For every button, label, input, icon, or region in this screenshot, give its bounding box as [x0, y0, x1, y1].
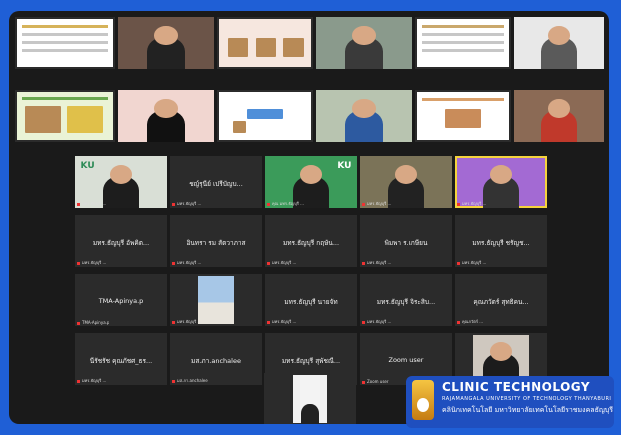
participant-tile-man-glasses[interactable]: [514, 17, 604, 69]
participant-name: มส.ภา.anchalee: [191, 357, 241, 366]
participant-tile[interactable]: อินทรา รม สัตวาภาส มทร.ธัญบุรี ...: [170, 215, 262, 267]
participant-label: Zoom user: [362, 379, 389, 384]
video-row-4: มทร.ธัญบุรี อัพคิต... มทร.ธัญบุรี ... อิ…: [75, 215, 547, 267]
participant-tile-woman-speaking[interactable]: [118, 17, 214, 69]
participant-tile[interactable]: นีรัชรัช คุณภัชศ_ธร... มทร.ธัญบุรี ...: [75, 333, 167, 385]
participant-tile-man-room[interactable]: [316, 90, 412, 142]
participant-label: คุณภวัตร์ ...: [457, 318, 483, 325]
participant-label: มทร.ธัญบุรี ...: [362, 318, 391, 325]
participant-tile-ku-person[interactable]: KU มทร.ธัญบุรี ...: [75, 156, 167, 208]
video-row-5: TMA-Apinya.p TMA-Apinya.p มทร.ธัญบุรี ..…: [75, 274, 547, 326]
participant-name: Zoom user: [388, 356, 424, 365]
participant-label: มทร.ธัญบุรี ...: [457, 259, 486, 266]
participant-tile-slide-images[interactable]: [15, 90, 115, 142]
ku-logo-icon: KU: [80, 161, 95, 172]
participant-tile-man-shelves[interactable]: [316, 17, 412, 69]
participant-label: มทร.ธัญบุรี ...: [267, 318, 296, 325]
participant-tile[interactable]: พิมพา ร.เกษียน มทร.ธัญบุรี ...: [360, 215, 452, 267]
participant-name: มทร.ธัญบุรี จิระสิบ...: [376, 298, 436, 307]
brand-thai-name: คลินิกเทคโนโลยี มหาวิทยาลัยเทคโนโลยีราชม…: [442, 406, 614, 414]
participant-label: มทร.ธัญบุรี ...: [77, 377, 106, 384]
brand-title: CLINIC TECHNOLOGY: [442, 380, 591, 394]
participant-tile-woman-glasses[interactable]: [118, 90, 214, 142]
participant-label: มทร.ธัญบุรี ...: [457, 200, 486, 207]
participant-tile[interactable]: มทร.ธัญบุรี กฤษัน... มทร.ธัญบุรี ...: [265, 215, 357, 267]
participant-name: ชญ์รุนีย์ เปรีบัญบ...: [189, 180, 243, 189]
video-row-1: [15, 17, 604, 69]
participant-tile-slide-table[interactable]: [15, 17, 115, 69]
participant-label: มทร.ธัญบุรี ...: [172, 200, 201, 207]
video-row-3: KU มทร.ธัญบุรี ... ชญ์รุนีย์ เปรีบัญบ...…: [75, 156, 547, 208]
participant-label: มทร.ธัญบุรี ...: [77, 200, 106, 207]
university-seal-icon: [412, 380, 434, 420]
participant-label: คุณ มทร.ธัญบุรี ...: [267, 200, 304, 207]
participant-tile-slide-products[interactable]: [217, 17, 313, 69]
participant-label: มทร.ธัญบุรี ...: [77, 259, 106, 266]
participant-name: อินทรา รม สัตวาภาส: [186, 239, 246, 248]
participant-label: มทร.ธัญบุรี ...: [267, 259, 296, 266]
participant-tile-active-speaker[interactable]: มทร.ธัญบุรี ...: [455, 156, 547, 208]
participant-tile[interactable]: ชญ์รุนีย์ เปรีบัญบ... มทร.ธัญบุรี ...: [170, 156, 262, 208]
participant-label: มทร.ธัญบุรี ...: [362, 200, 391, 207]
participant-tile-slide-document[interactable]: [415, 17, 511, 69]
participant-name: TMA-Apinya.p: [98, 297, 144, 306]
participant-name: มทร.ธัญบุรี อัพคิต...: [92, 239, 150, 248]
participant-name: คุณภวัตร์ สุทธิคน...: [473, 298, 529, 307]
participant-tile-photo[interactable]: [264, 373, 356, 424]
zoom-gallery-view: KU มทร.ธัญบุรี ... ชญ์รุนีย์ เปรีบัญบ...…: [9, 11, 609, 424]
participant-label: มทร.ธัญบุรี ...: [362, 259, 391, 266]
participant-tile-slide-blue[interactable]: [217, 90, 313, 142]
participant-name: มทร.ธัญบุรี นายจัท: [284, 298, 338, 307]
ku-logo-icon: KU: [337, 161, 352, 172]
participant-tile-bookshelf-person[interactable]: มทร.ธัญบุรี ...: [360, 156, 452, 208]
participant-name: นีรัชรัช คุณภัชศ_ธร...: [89, 357, 153, 366]
participant-name: มทร.ธัญบุรี กฤษัน...: [282, 239, 340, 248]
video-row-2: [15, 90, 604, 142]
participant-tile[interactable]: มส.ภา.anchalee มส.ภา.anchalee: [170, 333, 262, 385]
participant-tile-photo[interactable]: มทร.ธัญบุรี ...: [170, 274, 262, 326]
participant-label: มทร.ธัญบุรี ...: [172, 259, 201, 266]
video-row-7: [264, 373, 356, 424]
participant-tile[interactable]: คุณภวัตร์ สุทธิคน... คุณภวัตร์ ...: [455, 274, 547, 326]
participant-tile[interactable]: มทร.ธัญบุรี ชรัญช... มทร.ธัญบุรี ...: [455, 215, 547, 267]
participant-tile-man-smiling[interactable]: [514, 90, 604, 142]
participant-name: มทร.ธัญบุรี ชรัญช...: [472, 239, 530, 248]
participant-tile-ku-person[interactable]: KU คุณ มทร.ธัญบุรี ...: [265, 156, 357, 208]
participant-tile[interactable]: มทร.ธัญบุรี จิระสิบ... มทร.ธัญบุรี ...: [360, 274, 452, 326]
participant-label: มทร.ธัญบุรี ...: [172, 318, 201, 325]
participant-label: มส.ภา.anchalee: [172, 377, 208, 384]
participant-label: TMA-Apinya.p: [77, 320, 109, 325]
brand-subtitle: RAJAMANGALA UNIVERSITY OF TECHNOLOGY THA…: [442, 396, 612, 402]
participant-name: มทร.ธัญบุรี สุพัชณี...: [281, 357, 341, 366]
participant-tile[interactable]: มทร.ธัญบุรี นายจัท มทร.ธัญบุรี ...: [265, 274, 357, 326]
participant-tile[interactable]: มทร.ธัญบุรี อัพคิต... มทร.ธัญบุรี ...: [75, 215, 167, 267]
participant-name: พิมพา ร.เกษียน: [384, 239, 428, 248]
participant-tile[interactable]: TMA-Apinya.p TMA-Apinya.p: [75, 274, 167, 326]
participant-tile-slide-chart[interactable]: [415, 90, 511, 142]
